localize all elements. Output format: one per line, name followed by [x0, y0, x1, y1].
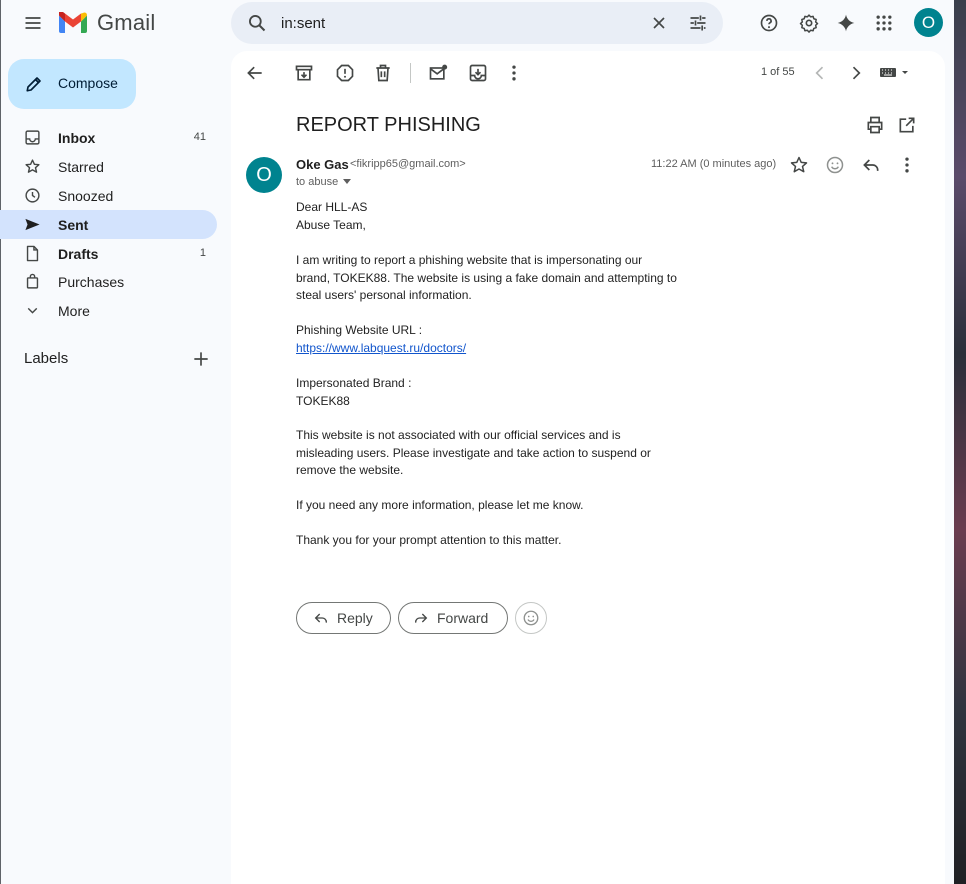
sidebar-item-more[interactable]: More — [0, 296, 217, 325]
sender-avatar[interactable]: O — [246, 157, 282, 193]
body-paragraph-greeting: Dear HLL-AS Abuse Team, — [296, 199, 367, 234]
sidebar-item-label: More — [58, 303, 90, 319]
smiley-icon — [522, 609, 540, 627]
clear-search-icon[interactable] — [641, 5, 677, 41]
emoji-reaction-button[interactable] — [515, 602, 547, 634]
body-line: remove the website. — [296, 463, 404, 477]
send-icon — [24, 216, 41, 233]
draft-count: 1 — [199, 247, 206, 259]
sidebar-item-drafts[interactable]: Drafts 1 — [0, 239, 217, 268]
body-line: I am writing to report a phishing websit… — [296, 253, 643, 267]
sidebar-item-snoozed[interactable]: Snoozed — [0, 181, 217, 210]
phishing-url-link[interactable]: https://www.labquest.ru/doctors/ — [296, 340, 466, 358]
add-reaction-emoji-icon[interactable] — [817, 147, 853, 183]
unread-count: 41 — [193, 131, 206, 143]
body-line: This website is not associated with our … — [296, 428, 621, 442]
body-paragraph-info: If you need any more information, please… — [296, 497, 584, 515]
sidebar-item-label: Inbox — [58, 130, 96, 146]
reply-arrow-icon[interactable] — [853, 147, 889, 183]
body-line: brand, TOKEK88. The website is using a f… — [296, 270, 677, 285]
body-paragraph-request: This website is not associated with our … — [296, 427, 651, 480]
body-paragraph-brand: Impersonated Brand : TOKEK88 — [296, 375, 411, 410]
reply-icon — [313, 610, 329, 626]
body-line: Thank you for your prompt attention to t… — [296, 533, 562, 547]
back-arrow-icon[interactable] — [237, 55, 273, 91]
sender-email: <fikripp65@gmail.com> — [350, 158, 466, 170]
body-line: Abuse Team, — [296, 217, 366, 232]
body-paragraph-thanks: Thank you for your prompt attention to t… — [296, 532, 561, 550]
open-in-new-window-icon[interactable] — [889, 107, 925, 143]
recipient-details[interactable]: to abuse — [296, 176, 352, 188]
forward-label: Forward — [437, 610, 489, 626]
email-subject: REPORT PHISHING — [296, 114, 481, 136]
help-icon[interactable] — [751, 5, 787, 41]
mark-unread-icon[interactable] — [420, 55, 456, 91]
delete-trash-icon[interactable] — [365, 55, 401, 91]
compose-button[interactable]: Compose — [8, 59, 136, 109]
search-bar[interactable] — [231, 2, 723, 44]
gemini-sparkle-icon[interactable] — [828, 5, 864, 41]
gmail-logo-icon[interactable] — [59, 12, 87, 33]
sender-name[interactable]: Oke Gas — [296, 157, 349, 172]
star-icon — [24, 158, 41, 175]
account-avatar[interactable]: O — [914, 8, 943, 37]
email-timestamp: 11:22 AM (0 minutes ago) — [651, 158, 777, 170]
more-vert-icon[interactable] — [496, 55, 532, 91]
newer-chevron-left-icon[interactable] — [802, 55, 838, 91]
inbox-icon — [24, 129, 41, 146]
older-chevron-right-icon[interactable] — [838, 55, 874, 91]
sidebar-item-purchases[interactable]: Purchases — [0, 267, 217, 296]
desktop-background-strip — [954, 0, 966, 884]
labels-heading: Labels — [24, 350, 69, 367]
search-icon[interactable] — [239, 5, 275, 41]
body-line: steal users' personal information. — [296, 288, 472, 302]
draft-icon — [24, 245, 41, 262]
body-line: TOKEK88 — [296, 393, 350, 408]
apps-grid-icon[interactable] — [866, 5, 902, 41]
sidebar-item-inbox[interactable]: Inbox 41 — [0, 123, 217, 152]
add-label-icon[interactable] — [183, 341, 219, 377]
toolbar-divider — [410, 63, 411, 83]
reply-label: Reply — [337, 610, 373, 626]
message-more-vert-icon[interactable] — [889, 147, 925, 183]
body-line: Phishing Website URL : — [296, 323, 423, 337]
sidebar-item-sent[interactable]: Sent — [0, 210, 217, 239]
chevron-down-icon — [24, 302, 41, 319]
reply-button[interactable]: Reply — [296, 602, 391, 634]
compose-label: Compose — [58, 75, 118, 91]
pagination-label: 1 of 55 — [761, 66, 795, 78]
shopping-bag-icon — [24, 273, 41, 290]
forward-button[interactable]: Forward — [398, 602, 508, 634]
body-paragraph-intro: I am writing to report a phishing websit… — [296, 252, 677, 305]
body-line: Impersonated Brand : — [296, 376, 412, 390]
sidebar-item-label: Starred — [58, 159, 104, 175]
star-message-icon[interactable] — [781, 147, 817, 183]
main-menu-icon[interactable] — [15, 5, 51, 41]
body-line: Dear HLL-AS — [296, 200, 368, 214]
sidebar-item-label: Sent — [58, 217, 89, 233]
print-icon[interactable] — [857, 107, 893, 143]
sidebar-item-label: Drafts — [58, 246, 99, 262]
caret-down-icon — [343, 179, 352, 185]
sidebar-item-starred[interactable]: Starred — [0, 152, 217, 181]
body-line: misleading users. Please investigate and… — [296, 445, 651, 460]
pencil-icon — [25, 75, 43, 93]
move-to-icon[interactable] — [460, 55, 496, 91]
forward-icon — [413, 610, 429, 626]
clock-icon — [24, 187, 41, 204]
recipient-label: to abuse — [296, 176, 339, 188]
body-line: If you need any more information, please… — [296, 498, 584, 512]
sidebar-item-label: Purchases — [58, 274, 125, 290]
archive-icon[interactable] — [286, 55, 322, 91]
body-paragraph-url: Phishing Website URL : https://www.labqu… — [296, 322, 466, 357]
search-options-icon[interactable] — [680, 5, 716, 41]
search-input[interactable] — [281, 12, 631, 34]
input-tools-keyboard-icon[interactable] — [879, 64, 913, 80]
settings-gear-icon[interactable] — [791, 5, 827, 41]
report-spam-icon[interactable] — [327, 55, 363, 91]
app-name[interactable]: Gmail — [97, 10, 155, 36]
sidebar-item-label: Snoozed — [58, 188, 114, 204]
